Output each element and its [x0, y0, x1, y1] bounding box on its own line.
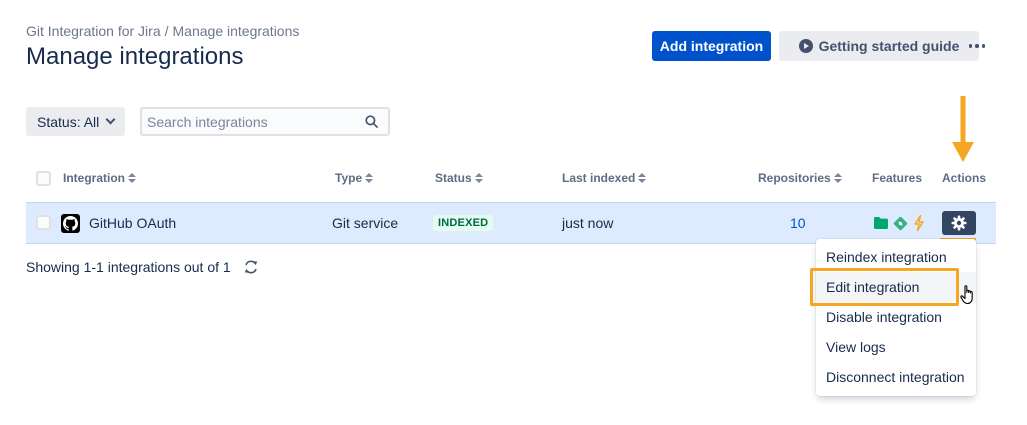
select-all-checkbox[interactable]	[36, 171, 51, 186]
sort-icon	[474, 173, 483, 183]
search-icon[interactable]	[365, 115, 378, 128]
column-header-integration[interactable]: Integration	[63, 171, 136, 185]
menu-item-disconnect[interactable]: Disconnect integration	[816, 362, 976, 392]
search-input[interactable]	[147, 113, 357, 130]
sort-icon	[833, 173, 842, 183]
breadcrumb: Git Integration for Jira / Manage integrat…	[26, 23, 299, 39]
status-cell: INDEXED	[433, 203, 494, 243]
annotation-highlight-box	[810, 268, 959, 306]
column-header-type[interactable]: Type	[335, 171, 374, 185]
more-actions-button[interactable]	[960, 33, 994, 59]
hand-cursor-icon	[960, 285, 973, 305]
add-integration-button[interactable]: Add integration	[652, 31, 771, 61]
menu-item-view-logs[interactable]: View logs	[816, 332, 976, 362]
features-cell	[874, 203, 925, 243]
type-cell: Git service	[332, 215, 399, 231]
table-row[interactable]: GitHub OAuth Git service INDEXED just no…	[26, 202, 996, 244]
actions-gear-button[interactable]	[942, 211, 976, 235]
sort-icon	[638, 173, 647, 183]
column-header-status[interactable]: Status	[435, 171, 483, 185]
chevron-down-icon	[105, 114, 116, 125]
integration-cell[interactable]: GitHub OAuth	[61, 203, 176, 243]
status-filter-dropdown[interactable]: Status: All	[26, 107, 125, 136]
page-title: Manage integrations	[26, 43, 244, 70]
gear-icon	[951, 215, 967, 231]
breadcrumb-current: Manage integrations	[172, 23, 300, 39]
annotation-arrow	[952, 96, 974, 164]
getting-started-guide-label: Getting started guide	[818, 38, 960, 54]
column-header-label: Type	[335, 171, 363, 185]
column-header-label: Integration	[63, 171, 125, 185]
column-header-label: Last indexed	[562, 171, 636, 185]
status-filter-label: Status: All	[37, 113, 100, 130]
sort-icon	[128, 173, 136, 183]
column-header-features: Features	[872, 171, 923, 185]
column-header-actions: Actions	[942, 171, 987, 185]
folder-icon	[874, 217, 888, 229]
breadcrumb-app-link[interactable]: Git Integration for Jira	[26, 23, 161, 39]
column-header-last-indexed[interactable]: Last indexed	[562, 171, 647, 185]
row-checkbox[interactable]	[36, 215, 51, 230]
integration-name: GitHub OAuth	[89, 215, 177, 231]
repositories-link[interactable]: 10	[790, 203, 806, 243]
breadcrumb-separator: /	[164, 23, 169, 39]
more-icon	[968, 44, 986, 48]
refresh-icon[interactable]	[243, 259, 259, 275]
last-indexed-cell: just now	[562, 215, 614, 231]
github-icon	[61, 213, 80, 233]
search-field[interactable]	[140, 107, 390, 136]
status-badge: INDEXED	[433, 215, 494, 231]
column-header-label: Repositories	[758, 171, 831, 185]
getting-started-guide-button[interactable]: Getting started guide	[779, 31, 979, 61]
sort-icon	[365, 173, 374, 183]
play-circle-icon	[798, 39, 813, 53]
column-header-repositories[interactable]: Repositories	[758, 171, 842, 185]
git-icon	[893, 216, 908, 230]
showing-text: Showing 1-1 integrations out of 1	[26, 259, 231, 275]
table-header: Integration Type Status Last indexed Rep…	[26, 171, 996, 187]
menu-item-disable[interactable]: Disable integration	[816, 302, 976, 332]
pagination-summary: Showing 1-1 integrations out of 1	[26, 259, 259, 275]
lightning-icon	[914, 215, 924, 231]
column-header-label: Status	[435, 171, 472, 185]
actions-menu: Reindex integration Edit integration Dis…	[816, 239, 976, 396]
